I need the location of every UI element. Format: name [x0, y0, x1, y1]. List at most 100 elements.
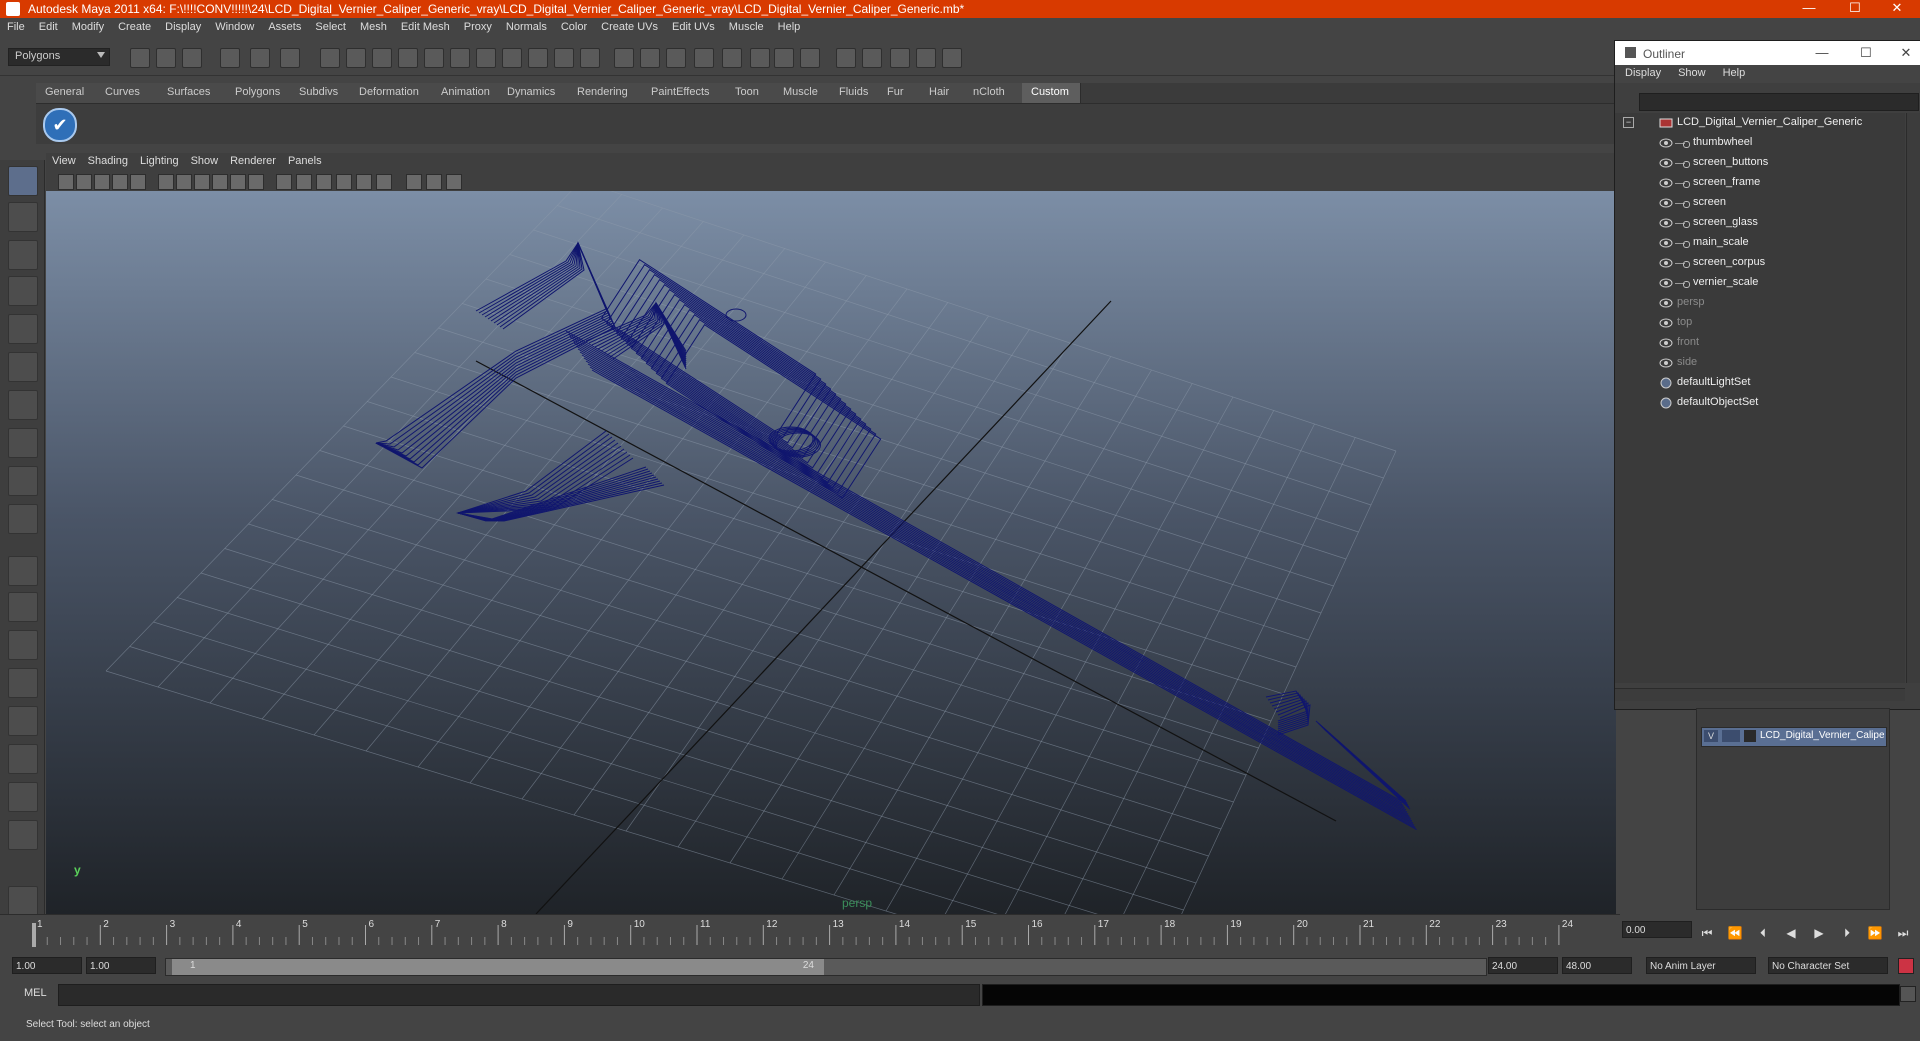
panel-tool-icon[interactable]	[112, 174, 128, 190]
shelf-tab-fluids[interactable]: Fluids	[830, 83, 879, 103]
panel-tool-icon[interactable]	[58, 174, 74, 190]
playback-button[interactable]: ⏮	[1698, 924, 1716, 942]
status-tool-icon[interactable]	[398, 48, 418, 68]
outliner-item[interactable]: screen_glass	[1615, 213, 1905, 233]
menu-modify[interactable]: Modify	[65, 19, 111, 33]
panel-tool-icon[interactable]	[376, 174, 392, 190]
panel-tool-icon[interactable]	[212, 174, 228, 190]
status-tool-icon[interactable]	[182, 48, 202, 68]
tool-icon[interactable]	[8, 240, 38, 270]
menu-create[interactable]: Create	[111, 19, 158, 33]
outliner-horizontal-scrollbar[interactable]	[1615, 688, 1905, 701]
menu-select[interactable]: Select	[308, 19, 353, 33]
outliner-filter-input[interactable]	[1639, 93, 1919, 111]
range-slider-thumb[interactable]: 1 24	[172, 959, 824, 975]
shelf-tab-curves[interactable]: Curves	[96, 83, 159, 103]
minimize-button[interactable]: —	[1786, 0, 1832, 18]
status-tool-icon[interactable]	[476, 48, 496, 68]
outliner-item[interactable]: persp	[1615, 293, 1905, 313]
tool-icon[interactable]	[8, 630, 38, 660]
panel-tool-icon[interactable]	[248, 174, 264, 190]
current-time-field[interactable]: 0.00	[1622, 921, 1692, 938]
maximize-button[interactable]: ☐	[1832, 0, 1878, 18]
tool-icon[interactable]	[8, 202, 38, 232]
panel-tool-icon[interactable]	[406, 174, 422, 190]
anim-layer-dropdown[interactable]: No Anim Layer	[1646, 957, 1756, 974]
status-tool-icon[interactable]	[450, 48, 470, 68]
panel-tool-icon[interactable]	[158, 174, 174, 190]
close-button[interactable]: ✕	[1874, 0, 1920, 18]
menu-normals[interactable]: Normals	[499, 19, 554, 33]
layer-visibility-toggle[interactable]: V	[1704, 730, 1718, 742]
status-tool-icon[interactable]	[580, 48, 600, 68]
panel-menu-show[interactable]: Show	[185, 153, 225, 167]
panel-tool-icon[interactable]	[446, 174, 462, 190]
status-tool-icon[interactable]	[320, 48, 340, 68]
checkmark-icon[interactable]: ✔	[43, 108, 77, 142]
status-tool-icon[interactable]	[156, 48, 176, 68]
tool-icon[interactable]	[8, 428, 38, 458]
panel-tool-icon[interactable]	[194, 174, 210, 190]
panel-menu-panels[interactable]: Panels	[282, 153, 328, 167]
outliner-item[interactable]: screen_frame	[1615, 173, 1905, 193]
menu-assets[interactable]: Assets	[261, 19, 308, 33]
auto-key-icon[interactable]	[1898, 958, 1914, 974]
status-tool-icon[interactable]	[220, 48, 240, 68]
playback-button[interactable]: ⏭	[1894, 924, 1912, 942]
outliner-maximize-button[interactable]: ☐	[1851, 43, 1881, 63]
mel-command-input[interactable]	[58, 984, 980, 1006]
menu-proxy[interactable]: Proxy	[457, 19, 499, 33]
tool-icon[interactable]	[8, 314, 38, 344]
menu-color[interactable]: Color	[554, 19, 594, 33]
tool-icon[interactable]	[8, 592, 38, 622]
tool-icon[interactable]	[8, 556, 38, 586]
shelf-tab-animation[interactable]: Animation	[432, 83, 499, 103]
panel-tool-icon[interactable]	[230, 174, 246, 190]
status-tool-icon[interactable]	[614, 48, 634, 68]
tool-icon[interactable]	[8, 820, 38, 850]
outliner-item[interactable]: vernier_scale	[1615, 273, 1905, 293]
menu-mesh[interactable]: Mesh	[353, 19, 394, 33]
tool-icon[interactable]	[8, 782, 38, 812]
panel-tool-icon[interactable]	[76, 174, 92, 190]
shelf-tab-polygons[interactable]: Polygons	[226, 83, 291, 103]
panel-tool-icon[interactable]	[130, 174, 146, 190]
menu-window[interactable]: Window	[208, 19, 261, 33]
shelf-tab-surfaces[interactable]: Surfaces	[158, 83, 227, 103]
script-editor-icon[interactable]	[1900, 986, 1916, 1002]
panel-tool-icon[interactable]	[426, 174, 442, 190]
status-tool-icon[interactable]	[800, 48, 820, 68]
status-tool-icon[interactable]	[250, 48, 270, 68]
status-tool-icon[interactable]	[890, 48, 910, 68]
status-tool-icon[interactable]	[862, 48, 882, 68]
tool-icon[interactable]	[8, 166, 38, 196]
outliner-item[interactable]: defaultLightSet	[1615, 373, 1905, 393]
status-tool-icon[interactable]	[130, 48, 150, 68]
status-tool-icon[interactable]	[666, 48, 686, 68]
shelf-tab-painteffects[interactable]: PaintEffects	[642, 83, 727, 103]
shelf-tab-ncloth[interactable]: nCloth	[964, 83, 1023, 103]
playback-button[interactable]: ▶	[1810, 924, 1828, 942]
panel-menu-view[interactable]: View	[46, 153, 82, 167]
shelf-tab-muscle[interactable]: Muscle	[774, 83, 831, 103]
status-tool-icon[interactable]	[502, 48, 522, 68]
playback-button[interactable]: ⏴	[1754, 924, 1772, 942]
panel-tool-icon[interactable]	[94, 174, 110, 190]
tool-icon[interactable]	[8, 504, 38, 534]
status-tool-icon[interactable]	[372, 48, 392, 68]
panel-tool-icon[interactable]	[176, 174, 192, 190]
mel-label[interactable]: MEL	[24, 987, 47, 999]
menu-edit-mesh[interactable]: Edit Mesh	[394, 19, 457, 33]
playback-end-field[interactable]: 24.00	[1488, 957, 1558, 974]
layer-color-swatch[interactable]	[1744, 730, 1756, 742]
playback-button[interactable]: ⏩	[1866, 924, 1884, 942]
panel-menu-lighting[interactable]: Lighting	[134, 153, 185, 167]
outliner-item[interactable]: screen_corpus	[1615, 253, 1905, 273]
outliner-item[interactable]: top	[1615, 313, 1905, 333]
menu-edit[interactable]: Edit	[32, 19, 65, 33]
shelf-tab-rendering[interactable]: Rendering	[568, 83, 643, 103]
layer-type-toggle[interactable]	[1722, 730, 1740, 742]
shelf-tab-hair[interactable]: Hair	[920, 83, 965, 103]
outliner-item[interactable]: side	[1615, 353, 1905, 373]
menu-display[interactable]: Display	[158, 19, 208, 33]
